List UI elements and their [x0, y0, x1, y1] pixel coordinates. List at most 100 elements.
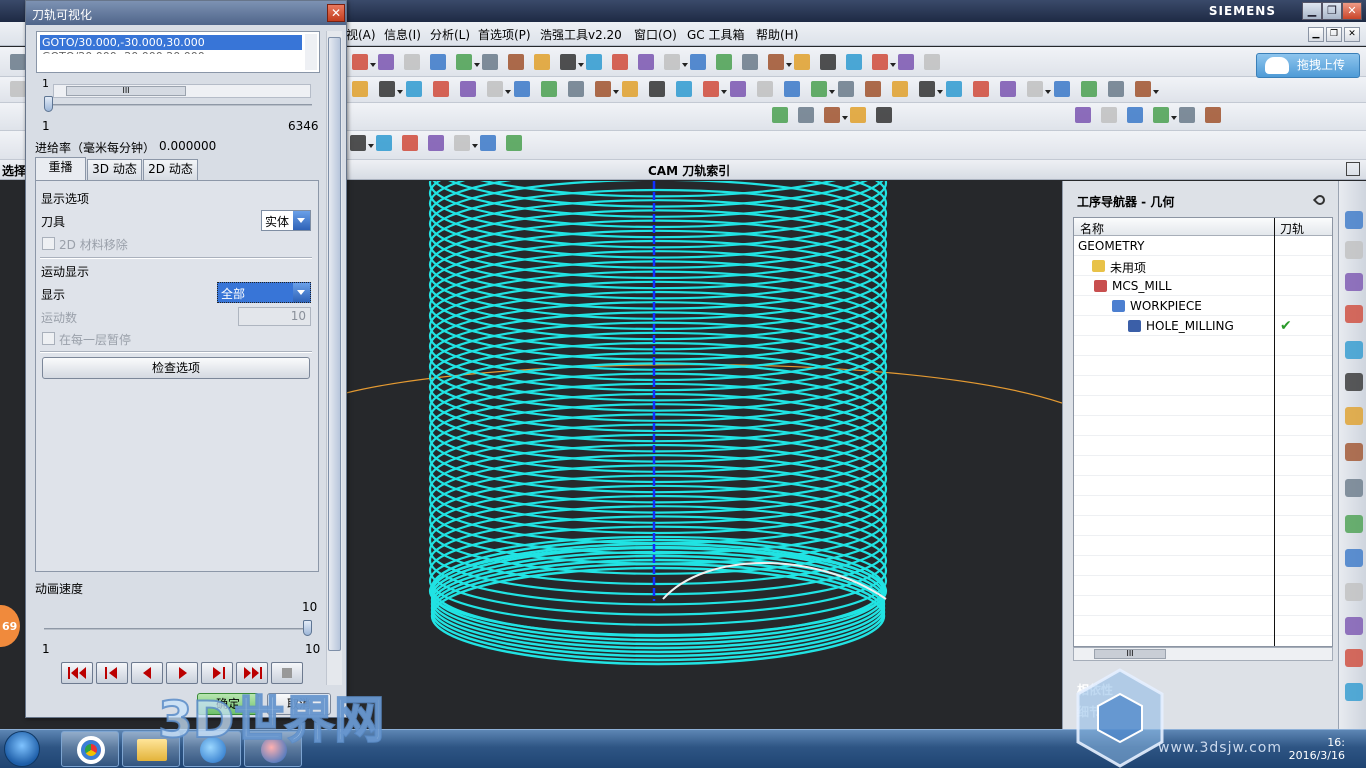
toolbar-tool-icon[interactable] [534, 54, 550, 70]
dropdown-caret-icon[interactable] [786, 63, 792, 67]
toolbar-tool-icon[interactable] [1081, 81, 1097, 97]
toolbar-tool-icon[interactable] [10, 81, 26, 97]
minimize-button[interactable]: ▁ [1302, 2, 1322, 20]
selected-motion-line[interactable]: GOTO/30.000,-30.000,30.000 [40, 35, 302, 50]
start-button[interactable] [4, 731, 40, 767]
menu-help[interactable]: 帮助(H) [756, 26, 798, 43]
toolbar-tool-icon[interactable] [811, 81, 827, 97]
toolbar-tool-icon[interactable] [892, 81, 908, 97]
toolbar-tool-icon[interactable] [456, 54, 472, 70]
dropdown-caret-icon[interactable] [682, 63, 688, 67]
toolbar-tool-icon[interactable] [352, 81, 368, 97]
toolbar-tool-icon[interactable] [1027, 81, 1043, 97]
dialog-vscrollbar[interactable] [326, 31, 342, 685]
toolbar-tool-icon[interactable] [595, 81, 611, 97]
step-back-button[interactable] [96, 662, 128, 684]
listbox-scroll-thumb[interactable]: III [66, 86, 186, 96]
navigator-row[interactable]: WORKPIECE [1074, 296, 1332, 316]
toolbar-tool-icon[interactable] [703, 81, 719, 97]
navigator-scroll-thumb[interactable]: III [1094, 649, 1166, 659]
dialog-scroll-thumb[interactable] [328, 37, 341, 651]
toolbar-tool-icon[interactable] [487, 81, 503, 97]
motion-count-input[interactable]: 10 [238, 307, 311, 326]
toolbar-tool-icon[interactable] [794, 54, 810, 70]
dropdown-caret-icon[interactable] [397, 90, 403, 94]
sidebar-tool-icon[interactable] [1345, 305, 1363, 323]
sub-minimize-button[interactable]: ▁ [1308, 27, 1324, 42]
toolbar-tool-icon[interactable] [378, 54, 394, 70]
dropdown-caret-icon[interactable] [1153, 90, 1159, 94]
toolbar-tool-icon[interactable] [1075, 107, 1091, 123]
toolbar-tool-icon[interactable] [757, 81, 773, 97]
toolbar-tool-icon[interactable] [508, 54, 524, 70]
toolbar-tool-icon[interactable] [428, 135, 444, 151]
motion-slider-track[interactable] [44, 104, 312, 106]
toolbar-tool-icon[interactable] [402, 135, 418, 151]
toolbar-tool-icon[interactable] [612, 54, 628, 70]
sidebar-tool-icon[interactable] [1345, 479, 1363, 497]
dependencies-tab[interactable]: 相依性 [1077, 681, 1113, 698]
dropdown-caret-icon[interactable] [1045, 90, 1051, 94]
toolbar-tool-icon[interactable] [784, 81, 800, 97]
sub-restore-button[interactable]: ❐ [1326, 27, 1342, 42]
toolbar-tool-icon[interactable] [876, 107, 892, 123]
rewind-to-start-button[interactable] [61, 662, 93, 684]
next-motion-line[interactable]: GOTO/20.000,-20.000,20.000 [42, 50, 205, 54]
toolbar-tool-icon[interactable] [664, 54, 680, 70]
sidebar-tool-icon[interactable] [1345, 443, 1363, 461]
sidebar-tool-icon[interactable] [1345, 341, 1363, 359]
sidebar-tool-icon[interactable] [1345, 649, 1363, 667]
toolbar-tool-icon[interactable] [10, 54, 26, 70]
toolbar-tool-icon[interactable] [838, 81, 854, 97]
toolbar-tool-icon[interactable] [716, 54, 732, 70]
sidebar-tool-icon[interactable] [1345, 373, 1363, 391]
toolbar-tool-icon[interactable] [406, 81, 422, 97]
toolbar-tool-icon[interactable] [1127, 107, 1143, 123]
toolbar-tool-icon[interactable] [946, 81, 962, 97]
speed-slider-thumb[interactable] [303, 620, 312, 636]
dropdown-caret-icon[interactable] [472, 144, 478, 148]
pause-each-layer-checkbox[interactable] [42, 332, 55, 345]
listbox-hscrollbar[interactable]: III [53, 84, 311, 98]
dropdown-caret-icon[interactable] [1171, 116, 1177, 120]
dropdown-caret-icon[interactable] [937, 90, 943, 94]
sidebar-tool-icon[interactable] [1345, 407, 1363, 425]
dropdown-caret-icon[interactable] [474, 63, 480, 67]
sidebar-tool-icon[interactable] [1345, 683, 1363, 701]
toolbar-tool-icon[interactable] [1054, 81, 1070, 97]
toolbar-tool-icon[interactable] [541, 81, 557, 97]
column-toolpath-header[interactable]: 刀轨 [1280, 220, 1304, 237]
toolbar-tool-icon[interactable] [1153, 107, 1169, 123]
toolbar-tool-icon[interactable] [919, 81, 935, 97]
menu-analysis[interactable]: 分析(L) [430, 26, 470, 43]
toolbar-tool-icon[interactable] [768, 54, 784, 70]
toolbar-tool-icon[interactable] [649, 81, 665, 97]
motion-slider-thumb[interactable] [44, 96, 53, 112]
menu-window[interactable]: 窗口(O) [634, 26, 677, 43]
menu-gc-toolbox[interactable]: GC 工具箱 [687, 26, 745, 43]
tab-2d-dynamic[interactable]: 2D 动态 [143, 159, 198, 180]
toolbar-tool-icon[interactable] [676, 81, 692, 97]
pin-icon[interactable] [1312, 192, 1328, 208]
toolbar-tool-icon[interactable] [482, 54, 498, 70]
toolbar-tool-icon[interactable] [404, 54, 420, 70]
toolbar-tool-icon[interactable] [872, 54, 888, 70]
sidebar-tool-icon[interactable] [1345, 211, 1363, 229]
menu-view[interactable]: 视(A) [346, 26, 376, 43]
menu-preferences[interactable]: 首选项(P) [478, 26, 531, 43]
toolbar-tool-icon[interactable] [924, 54, 940, 70]
toolbar-tool-icon[interactable] [1108, 81, 1124, 97]
dropdown-caret-icon[interactable] [578, 63, 584, 67]
dropdown-caret-icon[interactable] [370, 63, 376, 67]
toolbar-tool-icon[interactable] [690, 54, 706, 70]
toolbar-tool-icon[interactable] [973, 81, 989, 97]
toolbar-tool-icon[interactable] [376, 135, 392, 151]
toolbar-tool-icon[interactable] [742, 54, 758, 70]
navigator-row[interactable]: MCS_MILL [1074, 276, 1332, 296]
details-tab[interactable]: 细节 [1077, 703, 1101, 720]
sidebar-tool-icon[interactable] [1345, 273, 1363, 291]
toolbar-tool-icon[interactable] [824, 107, 840, 123]
toolbar-tool-icon[interactable] [772, 107, 788, 123]
sidebar-tool-icon[interactable] [1345, 241, 1363, 259]
tab-3d-dynamic[interactable]: 3D 动态 [87, 159, 142, 180]
